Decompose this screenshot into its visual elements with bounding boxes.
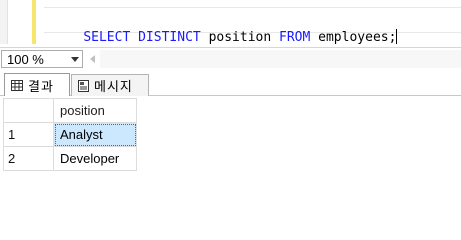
grid-cell[interactable]: Developer — [53, 146, 137, 171]
grid-header-row: position — [3, 98, 137, 123]
sql-keyword: DISTINCT — [138, 30, 201, 45]
zoom-dropdown[interactable]: 100 % — [1, 50, 83, 68]
editor-margin — [0, 0, 8, 44]
tab-messages-label: 메시지 — [94, 79, 133, 94]
messages-icon — [78, 79, 89, 92]
column-header-position[interactable]: position — [53, 98, 137, 123]
results-grid-area: position 1 Analyst 2 Developer — [0, 96, 461, 218]
results-tab-strip: 결과 메시지 — [0, 72, 461, 96]
row-number[interactable]: 2 — [3, 146, 54, 171]
grid-cell[interactable]: Analyst — [53, 122, 137, 147]
zoom-value: 100 % — [7, 52, 44, 67]
chevron-down-icon[interactable] — [71, 57, 79, 62]
zoom-bar: 100 % — [0, 47, 461, 69]
tab-results[interactable]: 결과 — [4, 73, 70, 96]
sql-identifier: position — [208, 30, 272, 45]
sql-identifier: employees; — [318, 30, 397, 45]
change-tracking-bar — [32, 0, 36, 44]
row-number[interactable]: 1 — [3, 122, 54, 147]
table-row: 1 Analyst — [3, 122, 137, 147]
grid-icon — [11, 79, 23, 91]
sql-keyword: SELECT — [83, 30, 131, 45]
tab-messages[interactable]: 메시지 — [71, 74, 149, 96]
results-grid: position 1 Analyst 2 Developer — [3, 98, 137, 171]
text-caret — [396, 29, 398, 44]
query-editor[interactable]: SELECT DISTINCT position FROM employees; — [0, 0, 461, 45]
scroll-left-icon[interactable] — [90, 55, 95, 63]
tab-results-label: 결과 — [28, 78, 54, 94]
grid-corner-cell[interactable] — [3, 98, 54, 123]
sql-keyword: FROM — [279, 30, 311, 45]
horizontal-scrollbar[interactable] — [100, 50, 461, 68]
table-row: 2 Developer — [3, 146, 137, 171]
